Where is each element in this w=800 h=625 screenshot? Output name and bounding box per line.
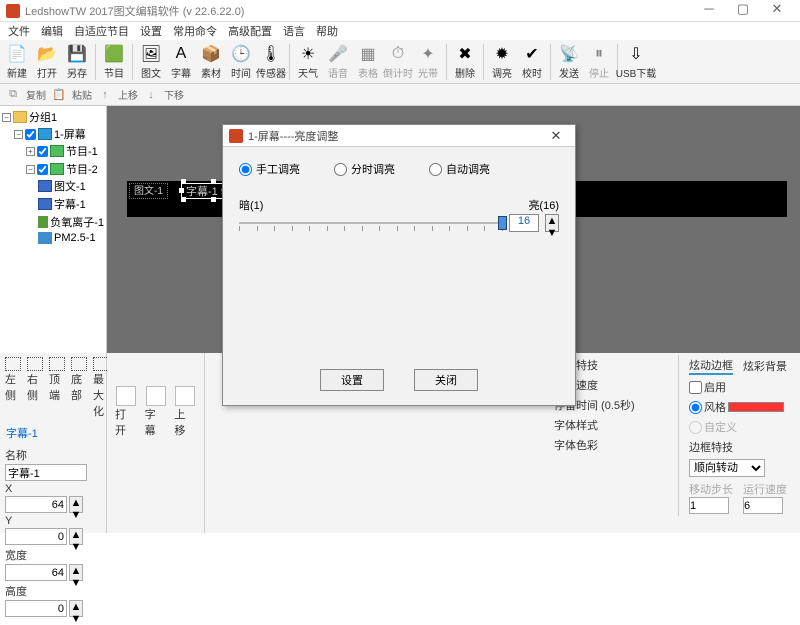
tool-删除[interactable]: ✖删除: [450, 41, 480, 82]
h-field[interactable]: [5, 600, 67, 617]
menu-commands[interactable]: 常用命令: [169, 22, 221, 40]
align-bar: 左侧 右侧 顶端 底部 最大化: [0, 353, 106, 423]
tool-倒计时[interactable]: ⏱倒计时: [383, 41, 413, 82]
dialog-icon: [229, 129, 243, 143]
current-region-label: 字幕-1: [0, 423, 106, 443]
set-button[interactable]: 设置: [320, 369, 384, 391]
dialog-title: 1-屏幕----亮度调整: [248, 128, 543, 144]
tree-prog1[interactable]: 节目-1: [66, 143, 98, 159]
y-field[interactable]: [5, 528, 67, 545]
radio-auto[interactable]: 自动调亮: [429, 161, 490, 177]
tree-item-pm25[interactable]: PM2.5-1: [54, 232, 96, 244]
tool-图文[interactable]: 🖼图文: [136, 41, 166, 82]
copy-icon[interactable]: ⧉: [4, 86, 22, 104]
tree-check-screen[interactable]: [25, 129, 36, 140]
step-field[interactable]: [689, 497, 729, 514]
radio-timed[interactable]: 分时调亮: [334, 161, 395, 177]
tool-发送[interactable]: 📡发送: [554, 41, 584, 82]
menu-edit[interactable]: 编辑: [37, 22, 67, 40]
tree-check-prog1[interactable]: [37, 146, 48, 157]
maximize-button[interactable]: ▢: [726, 1, 760, 21]
tree-item-ion[interactable]: 负氧离子-1: [50, 214, 104, 230]
menu-settings[interactable]: 设置: [136, 22, 166, 40]
align-right[interactable]: 右侧: [27, 357, 43, 419]
moveup-button[interactable]: 上移: [174, 386, 196, 438]
tree-screen[interactable]: 1-屏幕: [54, 126, 86, 142]
dialog-close-btn[interactable]: 关闭: [414, 369, 478, 391]
close-button[interactable]: ✕: [760, 1, 794, 21]
tab-background[interactable]: 炫彩背景: [743, 358, 787, 374]
label-dark: 暗(1): [239, 197, 263, 213]
tool-调亮[interactable]: ✹调亮: [487, 41, 517, 82]
brightness-value[interactable]: 16: [509, 214, 539, 232]
window-titlebar: LedshowTW 2017图文编辑软件 (v 22.6.22.0) ─ ▢ ✕: [0, 0, 800, 22]
x-field[interactable]: [5, 496, 67, 513]
tree-check-prog2[interactable]: [37, 164, 48, 175]
tool-节目[interactable]: 🟩节目: [99, 41, 129, 82]
x-spin[interactable]: ▲▼: [69, 496, 83, 513]
dialog-close-button[interactable]: ✕: [543, 128, 569, 144]
minimize-button[interactable]: ─: [692, 1, 726, 21]
menu-language[interactable]: 语言: [279, 22, 309, 40]
tool-素材[interactable]: 📦素材: [196, 41, 226, 82]
w-field[interactable]: [5, 564, 67, 581]
tool-时间[interactable]: 🕒时间: [226, 41, 256, 82]
moveup-icon[interactable]: ↑: [96, 86, 114, 104]
menu-bar: 文件 编辑 自适应节目 设置 常用命令 高级配置 语言 帮助: [0, 22, 800, 40]
window-title: LedshowTW 2017图文编辑软件 (v 22.6.22.0): [25, 3, 692, 19]
menu-help[interactable]: 帮助: [312, 22, 342, 40]
tree-prog2[interactable]: 节目-2: [66, 161, 98, 177]
tool-另存[interactable]: 💾另存: [62, 41, 92, 82]
name-field[interactable]: [5, 464, 87, 481]
paste-icon[interactable]: 📋: [50, 86, 68, 104]
align-bottom[interactable]: 底部: [71, 357, 87, 419]
tree-group[interactable]: 分组1: [29, 109, 57, 125]
open-button[interactable]: 打开: [115, 386, 137, 438]
align-left[interactable]: 左侧: [5, 357, 21, 419]
menu-file[interactable]: 文件: [4, 22, 34, 40]
menu-advanced[interactable]: 高级配置: [224, 22, 276, 40]
w-spin[interactable]: ▲▼: [69, 564, 83, 581]
main-toolbar: 📄新建📂打开💾另存🟩节目🖼图文A字幕📦素材🕒时间🌡传感器☀天气🎤语音▦表格⏱倒计…: [0, 40, 800, 84]
enable-check[interactable]: [689, 381, 702, 394]
custom-radio: [689, 421, 702, 434]
h-spin[interactable]: ▲▼: [69, 600, 83, 617]
tool-传感器[interactable]: 🌡传感器: [256, 41, 286, 82]
brightness-slider[interactable]: [239, 213, 503, 233]
edge-effect-select[interactable]: 顺向转动: [689, 459, 765, 477]
slider-thumb[interactable]: [498, 216, 507, 230]
tool-光带[interactable]: ✦光带: [413, 41, 443, 82]
style-radio[interactable]: [689, 401, 702, 414]
tree-item-image[interactable]: 图文-1: [54, 178, 86, 194]
subtitle-button[interactable]: 字幕: [145, 386, 167, 438]
tool-停止[interactable]: ⏸停止: [584, 41, 614, 82]
align-top[interactable]: 顶端: [49, 357, 65, 419]
tool-新建[interactable]: 📄新建: [2, 41, 32, 82]
style-swatch[interactable]: [728, 402, 784, 412]
tool-语音[interactable]: 🎤语音: [323, 41, 353, 82]
speed-field[interactable]: [743, 497, 783, 514]
tool-表格[interactable]: ▦表格: [353, 41, 383, 82]
tool-打开[interactable]: 📂打开: [32, 41, 62, 82]
menu-adaptive[interactable]: 自适应节目: [70, 22, 133, 40]
label-bright: 亮(16): [528, 197, 559, 213]
tool-字幕[interactable]: A字幕: [166, 41, 196, 82]
brightness-dialog: 1-屏幕----亮度调整 ✕ 手工调亮 分时调亮 自动调亮 暗(1) 亮(16)…: [222, 124, 576, 406]
brightness-spin[interactable]: ▲▼: [545, 214, 559, 232]
y-spin[interactable]: ▲▼: [69, 528, 83, 545]
radio-manual[interactable]: 手工调亮: [239, 161, 300, 177]
tree-item-subtitle[interactable]: 字幕-1: [54, 196, 86, 212]
movedown-icon[interactable]: ↓: [142, 86, 160, 104]
sub-toolbar: ⧉复制 📋粘贴 ↑上移 ↓下移: [0, 84, 800, 106]
stage-cell-1[interactable]: 图文-1: [129, 183, 168, 199]
tool-校时[interactable]: ✔校时: [517, 41, 547, 82]
tab-border[interactable]: 炫动边框: [689, 357, 733, 375]
app-icon: [6, 4, 20, 18]
tool-USB下载[interactable]: ⇩USB下载: [621, 41, 651, 82]
tool-天气[interactable]: ☀天气: [293, 41, 323, 82]
